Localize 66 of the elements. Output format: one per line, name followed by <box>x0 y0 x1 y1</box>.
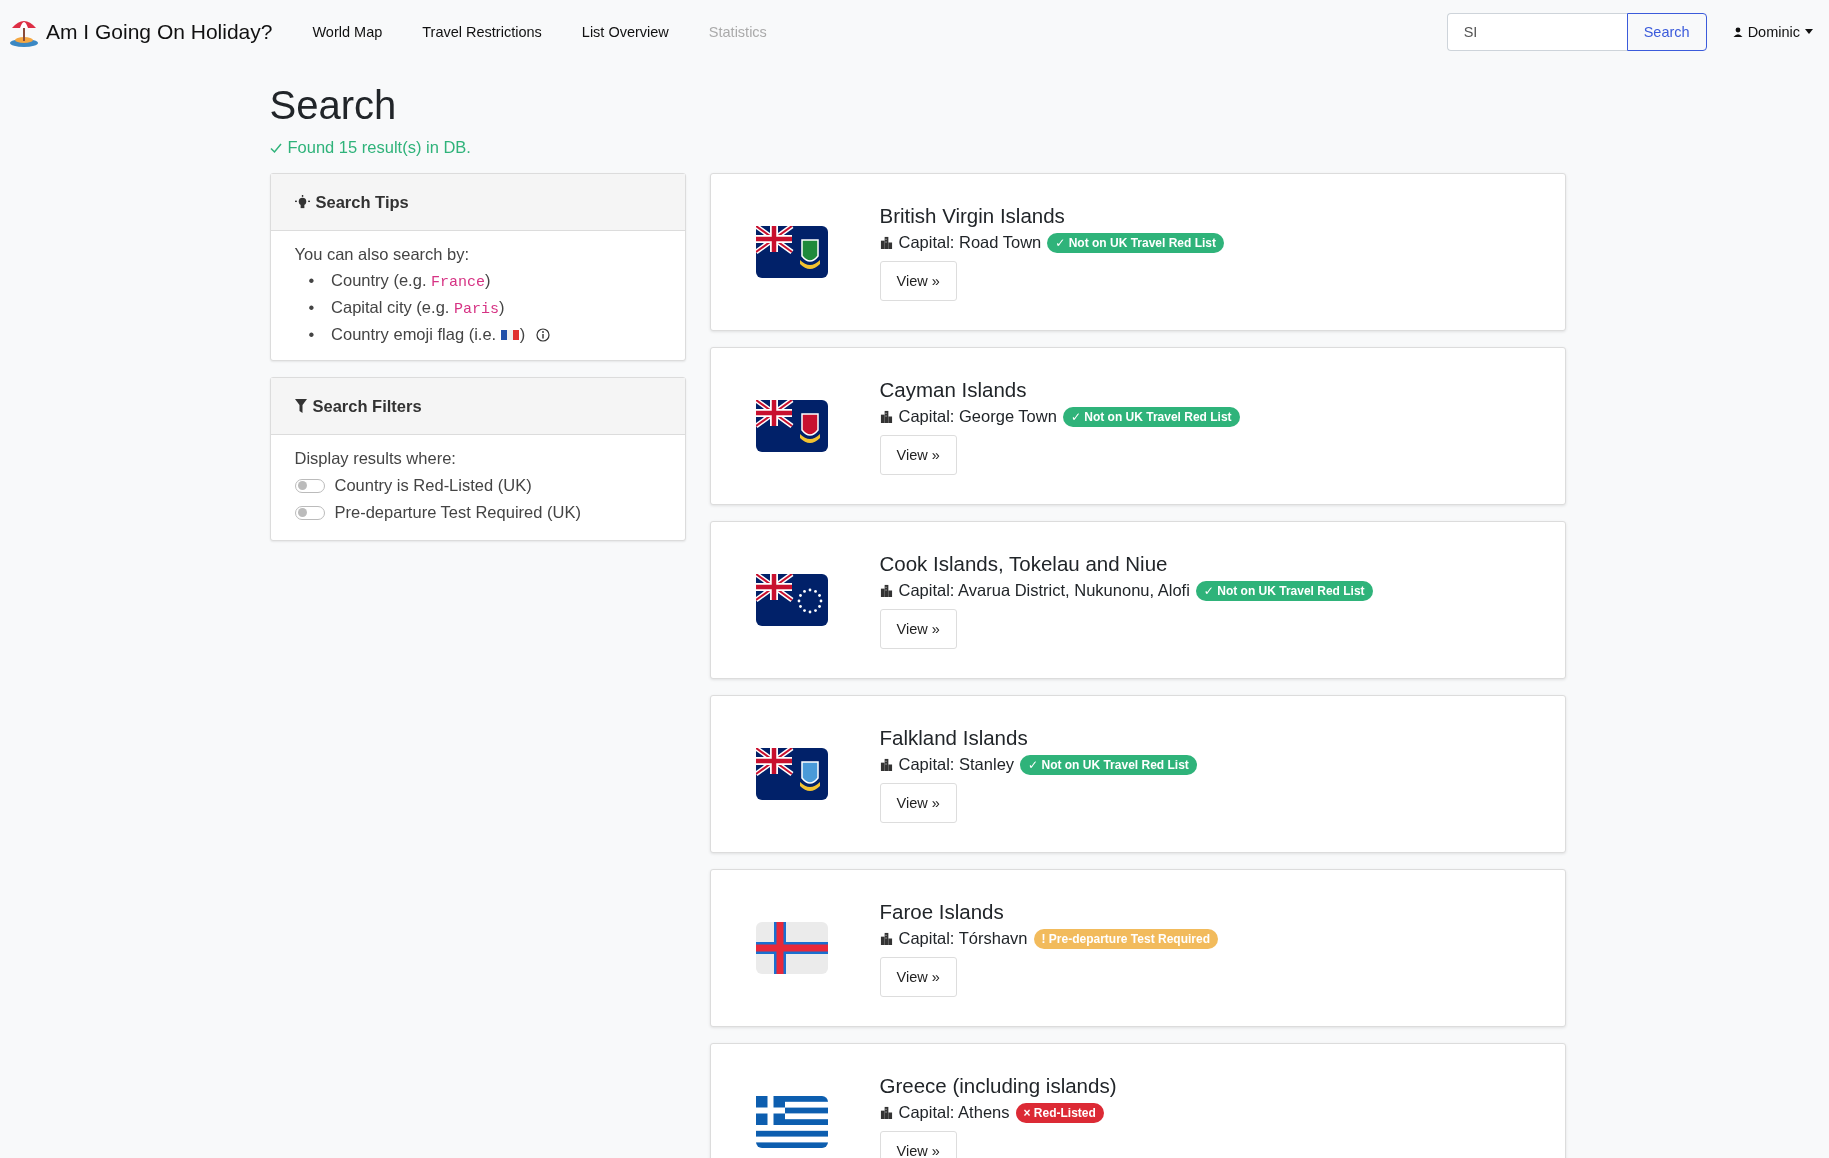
filters-intro: Display results where: <box>294 449 457 468</box>
check-icon <box>269 141 282 154</box>
tips-intro: You can also search by: <box>294 245 471 264</box>
search-field[interactable]: SI <box>1446 12 1627 51</box>
city-icon <box>879 584 893 597</box>
tip-text: Country (e.g. France) <box>331 271 491 289</box>
status-badge: ✓ Not on UK Travel Red List <box>1047 232 1225 253</box>
view-button[interactable]: View » <box>879 1130 957 1158</box>
country-name: Cook Islands, Tokelau and Niue <box>879 551 1168 576</box>
brand-link[interactable]: Am I Going On Holiday? <box>46 19 273 44</box>
city-icon <box>879 410 893 423</box>
country-name: Greece (including islands) <box>879 1073 1117 1098</box>
status-badge: ✓ Not on UK Travel Red List <box>1195 580 1373 601</box>
capital-text: Capital: Stanley <box>898 755 1015 774</box>
view-button[interactable]: View » <box>879 434 957 475</box>
page-title: Search <box>269 83 398 128</box>
result-message: Found 15 result(s) in DB. <box>287 138 471 157</box>
status-badge: × Red-Listed <box>1015 1102 1104 1123</box>
nav-link[interactable]: List Overview <box>561 15 689 48</box>
flag-icon <box>755 748 828 800</box>
city-icon <box>879 1106 893 1119</box>
nav-link[interactable]: World Map <box>292 15 403 48</box>
view-button[interactable]: View » <box>879 608 957 649</box>
nav-link[interactable]: Travel Restrictions <box>402 15 562 48</box>
flag-icon <box>755 922 828 974</box>
country-name: Faroe Islands <box>879 899 1004 924</box>
view-button[interactable]: View » <box>879 260 957 301</box>
country-name: British Virgin Islands <box>879 203 1065 228</box>
user-menu[interactable]: Dominic <box>1726 17 1819 46</box>
view-button[interactable]: View » <box>879 956 957 997</box>
toggle-switch[interactable] <box>294 505 325 520</box>
toggle-label: Country is Red-Listed (UK) <box>334 475 532 496</box>
caret-icon <box>1805 29 1813 34</box>
status-badge: ✓ Not on UK Travel Red List <box>1062 406 1240 427</box>
tip-text: Capital city (e.g. Paris) <box>331 298 505 316</box>
bullet: • <box>308 270 316 291</box>
toggle-switch[interactable] <box>294 478 325 493</box>
view-button[interactable]: View » <box>879 782 957 823</box>
bullet: • <box>308 297 316 318</box>
search-button[interactable]: Search <box>1626 12 1707 51</box>
city-icon <box>879 236 893 249</box>
flag-icon <box>500 329 519 341</box>
user-icon <box>1732 26 1743 37</box>
country-name: Cayman Islands <box>879 377 1027 402</box>
status-badge: ! Pre-departure Test Required <box>1033 928 1218 949</box>
city-icon <box>879 758 893 771</box>
flag-icon <box>755 1096 828 1148</box>
panel-title: Search Filters <box>312 396 422 416</box>
country-name: Falkland Islands <box>879 725 1028 750</box>
capital-text: Capital: George Town <box>898 407 1057 426</box>
capital-text: Capital: Road Town <box>898 233 1042 252</box>
flag-icon <box>755 226 828 278</box>
info-icon[interactable] <box>535 328 550 342</box>
capital-text: Capital: Tórshavn <box>898 929 1028 948</box>
capital-text: Capital: Avarua District, Nukunonu, Alofi <box>898 581 1190 600</box>
status-badge: ✓ Not on UK Travel Red List <box>1020 754 1197 775</box>
panel-title: Search Tips <box>315 192 409 212</box>
flag-icon <box>755 400 828 452</box>
capital-text: Capital: Athens <box>898 1103 1010 1122</box>
tip-text: Country emoji flag (i.e. ) <box>331 325 526 343</box>
city-icon <box>879 932 893 945</box>
lightbulb-icon <box>294 194 310 210</box>
bullet: • <box>308 324 316 345</box>
flag-icon <box>755 574 828 626</box>
filter-icon <box>294 399 307 413</box>
toggle-label: Pre-departure Test Required (UK) <box>334 502 581 523</box>
